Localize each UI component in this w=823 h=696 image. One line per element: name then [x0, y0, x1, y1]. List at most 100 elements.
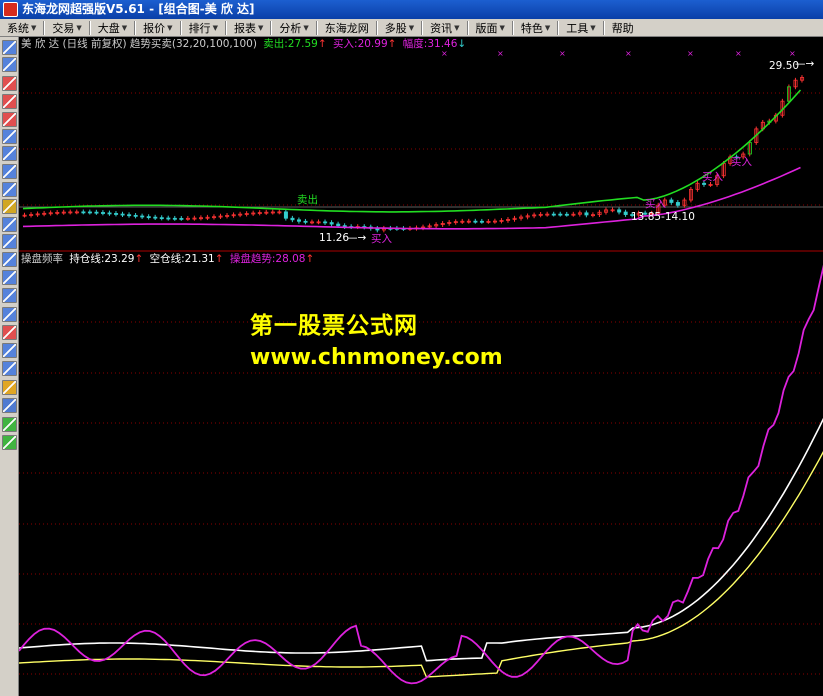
candle-body	[140, 215, 145, 218]
candle-body	[558, 213, 563, 216]
annot-buy3: 买入	[702, 171, 723, 183]
dollar-icon	[3, 326, 16, 339]
menu-item-6[interactable]: 分析 ▼	[272, 19, 315, 37]
menu-item-5[interactable]: 报表 ▼	[227, 19, 270, 37]
candle-body	[296, 219, 301, 222]
toolbar-button-22[interactable]	[2, 435, 17, 450]
buy-value: 买入:20.99	[333, 38, 388, 50]
menu-item-10[interactable]: 版面 ▼	[469, 19, 512, 37]
toolbar-button-6[interactable]	[2, 146, 17, 161]
range-value: 幅度:31.46	[402, 38, 458, 50]
grid-icon	[3, 41, 16, 54]
signal-marker: ×	[735, 49, 742, 58]
menu-item-2[interactable]: 大盘 ▼	[91, 19, 134, 37]
trend-arrow: ↑	[305, 253, 315, 265]
annot-buy2: 买入	[645, 198, 666, 210]
toolbar-button-20[interactable]	[2, 398, 17, 413]
chevron-down-icon: ▼	[257, 23, 264, 32]
arrow-up-icon	[3, 418, 16, 431]
rsi-icon	[3, 289, 16, 302]
menu-item-4[interactable]: 排行 ▼	[182, 19, 225, 37]
menu-item-label: 排行	[188, 21, 211, 35]
toolbar-button-21[interactable]	[2, 417, 17, 432]
menu-item-label: 交易	[52, 21, 75, 35]
chevron-down-icon: ▼	[31, 23, 37, 32]
toolbar-button-9[interactable]	[2, 199, 17, 214]
candle-body	[101, 212, 106, 214]
arrow-down-icon	[3, 436, 16, 449]
toolbar-button-7[interactable]	[2, 164, 17, 179]
line-chart-icon	[3, 77, 16, 90]
menu-item-label: 大盘	[97, 21, 120, 35]
menu-item-9[interactable]: 资讯 ▼	[423, 19, 466, 37]
toolbar-button-10[interactable]	[2, 217, 17, 232]
toolbar-button-3[interactable]	[2, 94, 17, 109]
candle-body	[323, 221, 328, 224]
candle-body	[94, 211, 99, 214]
trend-value: 操盘趋势:28.08	[229, 253, 306, 265]
chevron-down-icon: ▼	[212, 23, 218, 32]
app-icon	[3, 2, 18, 17]
toolbar-button-17[interactable]	[2, 343, 17, 358]
menu-item-13[interactable]: 帮助	[605, 19, 641, 37]
chart3-icon	[3, 183, 16, 196]
menu-item-11[interactable]: 特色 ▼	[514, 19, 557, 37]
toolbar-button-8[interactable]	[2, 182, 17, 197]
menu-item-7[interactable]: 东海龙网	[318, 19, 376, 37]
toolbar-button-0[interactable]	[2, 40, 17, 55]
candle-body	[584, 212, 589, 216]
chevron-down-icon: ▼	[76, 23, 82, 32]
buy-arrow: ↑	[387, 38, 397, 50]
toolbar-button-11[interactable]	[2, 234, 17, 249]
mini-icon	[3, 271, 16, 284]
candle-body	[675, 202, 680, 206]
indicator-desc: (日线 前复权) 趋势买卖(32,20,100,100)	[62, 38, 257, 50]
sub-header: 操盘频率 持仓线:23.29↑ 空仓线:21.31↑ 操盘趋势:28.08↑	[21, 252, 314, 266]
sub-title: 操盘频率	[21, 253, 63, 265]
report-icon	[3, 147, 16, 160]
candle-body	[153, 216, 158, 219]
empty-arrow: ↑	[214, 253, 224, 265]
people-icon	[3, 200, 16, 213]
sell-value: 卖出:27.59	[263, 38, 318, 50]
menu-item-12[interactable]: 工具 ▼	[559, 19, 602, 37]
toolbar-button-19[interactable]	[2, 380, 17, 395]
toolbar-button-15[interactable]	[2, 307, 17, 322]
toolbar-button-5[interactable]	[2, 129, 17, 144]
menu-item-label: 工具	[566, 21, 589, 35]
candle-body	[81, 211, 86, 214]
toolbar-button-12[interactable]	[2, 252, 17, 267]
window-title: 东海龙网超强版V5.61 - [组合图-美 欣 达]	[22, 2, 255, 16]
candle-body	[303, 220, 308, 223]
toolbar-button-14[interactable]	[2, 288, 17, 303]
menu-item-0[interactable]: 系统 ▼	[0, 19, 43, 37]
chevron-down-icon: ▼	[167, 23, 173, 32]
menu-item-label: 特色	[520, 21, 543, 35]
toolbar-button-4[interactable]	[2, 112, 17, 127]
toolbar-button-1[interactable]	[2, 57, 17, 72]
signal-marker: ×	[497, 49, 504, 58]
menu-item-label: 资讯	[430, 21, 453, 35]
candle-body	[336, 223, 341, 227]
chevron-down-icon: ▼	[544, 23, 551, 32]
candle-body	[133, 214, 138, 217]
candle-body	[479, 220, 484, 223]
menu-item-8[interactable]: 多股 ▼	[378, 19, 421, 37]
toolbar-button-2[interactable]	[2, 76, 17, 91]
fx-icon	[3, 218, 16, 231]
tool2-icon	[3, 344, 16, 357]
toolbar-button-13[interactable]	[2, 270, 17, 285]
chart-area[interactable]: × × × × × × × 美 欣 达 (日线 前复权) 趋势买卖(32,20,100,10…	[19, 37, 823, 696]
menu-item-1[interactable]: 交易 ▼	[45, 19, 88, 37]
toolbar-button-18[interactable]	[2, 361, 17, 376]
toolbar-button-16[interactable]	[2, 325, 17, 340]
left-toolbar	[0, 37, 19, 696]
menu-item-3[interactable]: 报价 ▼	[136, 19, 179, 37]
annot-range: 13.85-14.10	[631, 211, 695, 223]
bar-chart-icon	[3, 95, 16, 108]
candle-body	[179, 218, 184, 220]
hold-line-value: 持仓线:23.29	[69, 253, 135, 265]
candle-body	[617, 209, 622, 213]
table-icon	[3, 58, 16, 71]
watermark-url: www.chnmoney.com	[250, 345, 503, 370]
